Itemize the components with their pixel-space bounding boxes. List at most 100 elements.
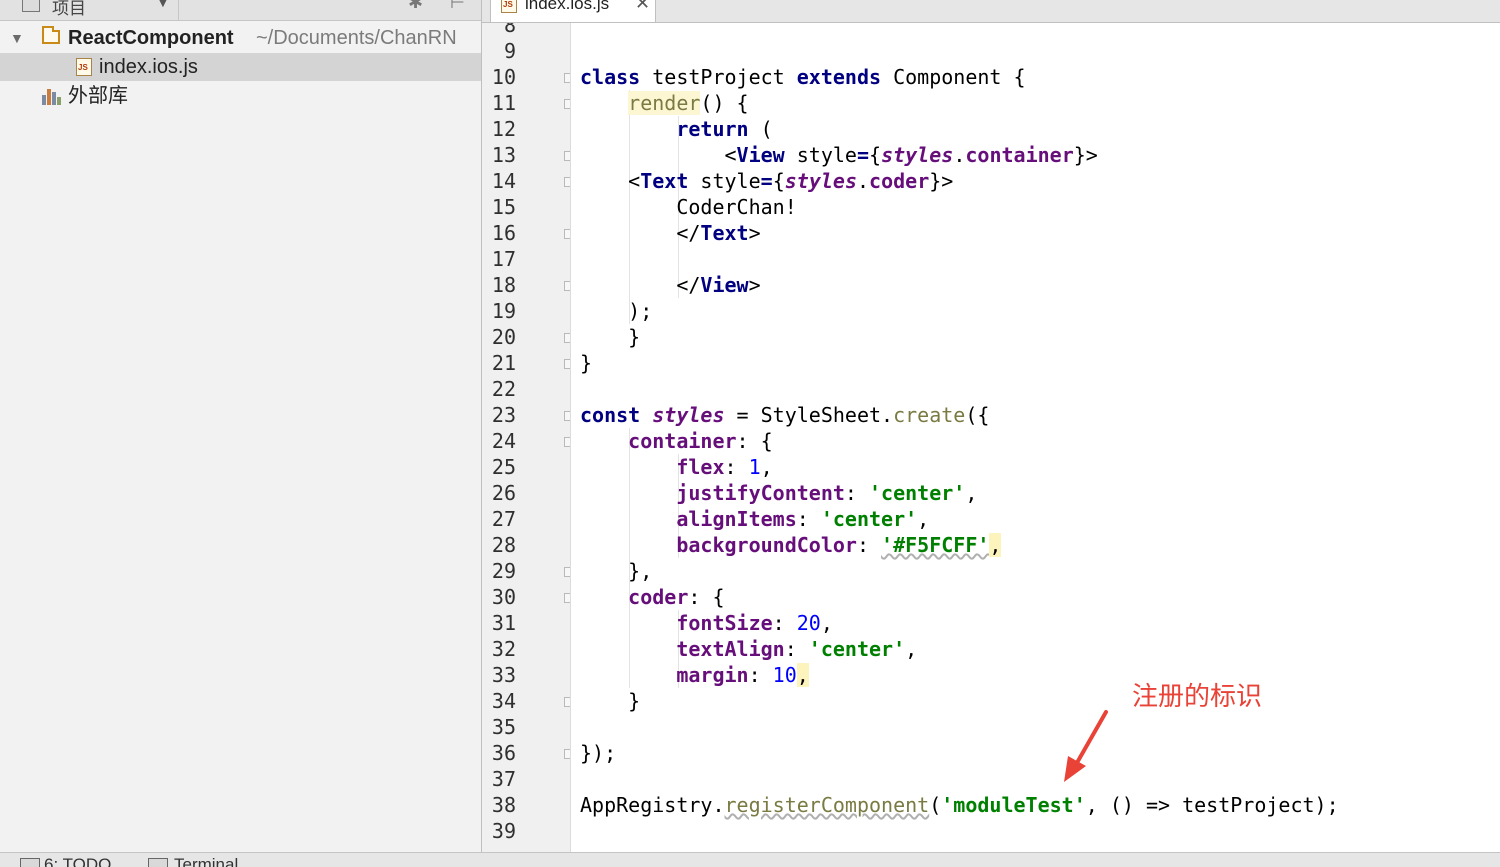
code-token: , <box>989 533 1002 557</box>
code-line[interactable]: } <box>580 688 640 714</box>
code-line[interactable]: AppRegistry.registerComponent('moduleTes… <box>580 792 1339 818</box>
fold-marker-icon[interactable] <box>564 177 570 187</box>
code-line[interactable]: } <box>580 350 592 376</box>
code-line[interactable]: const styles = StyleSheet.create({ <box>580 402 989 428</box>
code-token: { <box>772 169 785 193</box>
code-token: View <box>700 273 749 297</box>
tab-index-ios-js[interactable]: JS index.ios.js ✕ <box>490 0 656 22</box>
gear-icon[interactable]: ✱ <box>408 0 423 13</box>
code-line[interactable]: render() { <box>580 90 749 116</box>
fold-marker-icon[interactable] <box>564 73 570 83</box>
header-divider <box>178 0 179 20</box>
code-line[interactable]: } <box>580 324 640 350</box>
fold-marker-icon[interactable] <box>564 749 570 759</box>
code-line[interactable]: alignItems: 'center', <box>580 506 929 532</box>
line-number: 38 <box>491 793 516 817</box>
code-line[interactable]: margin: 10, <box>580 662 809 688</box>
code-token: Text <box>700 221 749 245</box>
code-token: margin <box>676 663 749 687</box>
code-token: CoderChan! <box>580 195 797 219</box>
code-line[interactable]: </View> <box>580 272 761 298</box>
code-line[interactable]: backgroundColor: '#F5FCFF', <box>580 532 1002 558</box>
code-line[interactable]: flex: 1, <box>580 454 772 480</box>
close-icon[interactable]: ✕ <box>635 0 650 14</box>
tree-item-index-ios-js[interactable]: JS index.ios.js <box>0 53 481 81</box>
code-token: coder <box>628 585 689 609</box>
code-token: 20 <box>796 611 821 635</box>
view-selector-dropdown-icon[interactable]: ▼ <box>156 0 170 10</box>
code-line[interactable]: }, <box>580 558 652 584</box>
external-libraries-label: 外部库 <box>68 85 128 107</box>
code-token: 1 <box>748 455 761 479</box>
code-token: const <box>580 403 641 427</box>
code-token: } <box>580 351 593 375</box>
fold-marker-icon[interactable] <box>564 593 570 603</box>
code-token: ({ <box>965 403 990 427</box>
code-token: coder <box>869 169 930 193</box>
expand-arrow-icon[interactable]: ▼ <box>10 24 24 52</box>
code-line[interactable]: </Text> <box>580 220 761 246</box>
code-token: ); <box>580 299 653 323</box>
code-line[interactable]: <View style={styles.container}> <box>580 142 1098 168</box>
tree-item-external-libraries[interactable]: 外部库 <box>0 82 481 110</box>
todo-tab[interactable]: 6: TODO <box>44 855 111 867</box>
code-token: View <box>736 143 785 167</box>
code-line[interactable]: container: { <box>580 428 773 454</box>
code-token: justifyContent <box>676 481 845 505</box>
code-token: container <box>965 143 1074 167</box>
code-token: alignItems <box>676 507 797 531</box>
code-token: . <box>953 143 966 167</box>
code-line[interactable]: <Text style={styles.coder}> <box>580 168 953 194</box>
fold-marker-icon[interactable] <box>564 567 570 577</box>
code-token: '#F5FCFF' <box>881 533 990 557</box>
code-line[interactable]: textAlign: 'center', <box>580 636 917 662</box>
code-line[interactable]: fontSize: 20, <box>580 610 833 636</box>
line-number: 19 <box>491 299 516 323</box>
code-line[interactable]: class testProject extends Component { <box>580 64 1026 90</box>
fold-marker-icon[interactable] <box>564 151 570 161</box>
project-view-icon <box>22 0 40 12</box>
code-line[interactable]: return ( <box>580 116 772 142</box>
code-line[interactable]: ); <box>580 298 652 324</box>
code-token: container <box>628 429 737 453</box>
fold-marker-icon[interactable] <box>564 437 570 447</box>
code-token: : <box>856 533 882 557</box>
bottom-tool-bar: 6: TODO Terminal <box>0 852 1500 867</box>
code-token: = <box>856 143 870 167</box>
tree-item-project-root[interactable]: ▼ ReactComponent ~/Documents/ChanRN <box>0 24 481 52</box>
line-number: 37 <box>491 767 516 791</box>
line-number: 26 <box>491 481 516 505</box>
fold-marker-icon[interactable] <box>564 697 570 707</box>
code-token: fontSize <box>676 611 773 635</box>
code-token: style <box>784 143 857 167</box>
line-number: 18 <box>491 273 516 297</box>
fold-marker-icon[interactable] <box>564 229 570 239</box>
code-line[interactable]: CoderChan! <box>580 194 797 220</box>
collapse-icon[interactable]: ⊢ <box>450 0 465 13</box>
fold-marker-icon[interactable] <box>564 281 570 291</box>
code-line[interactable]: }); <box>580 740 616 766</box>
code-token: > <box>748 221 761 245</box>
code-token: render <box>628 91 701 115</box>
fold-marker-icon[interactable] <box>564 333 570 343</box>
project-panel-title[interactable]: 项目 <box>52 0 86 19</box>
project-panel-header: 项目 ▼ ✱ ⊢ <box>0 0 481 21</box>
fold-marker-icon[interactable] <box>564 99 570 109</box>
library-icon <box>42 89 64 105</box>
code-token: : <box>796 507 821 531</box>
terminal-tab[interactable]: Terminal <box>174 855 238 867</box>
code-token: , <box>796 663 809 687</box>
code-line[interactable]: justifyContent: 'center', <box>580 480 977 506</box>
code-token: }> <box>1073 143 1098 167</box>
code-editor[interactable]: class testProject extends Component { re… <box>571 23 1500 852</box>
code-token: , () => testProject); <box>1085 793 1339 817</box>
code-token: > <box>748 273 761 297</box>
fold-marker-icon[interactable] <box>564 359 570 369</box>
editor-gutter: 8 9 10 11 12 13 14 15 16 17 18 19 20 21 22 23 24 25 26 27 28… <box>482 23 571 852</box>
line-number: 15 <box>491 195 516 219</box>
fold-marker-icon[interactable] <box>564 411 570 421</box>
code-line[interactable]: coder: { <box>580 584 724 610</box>
